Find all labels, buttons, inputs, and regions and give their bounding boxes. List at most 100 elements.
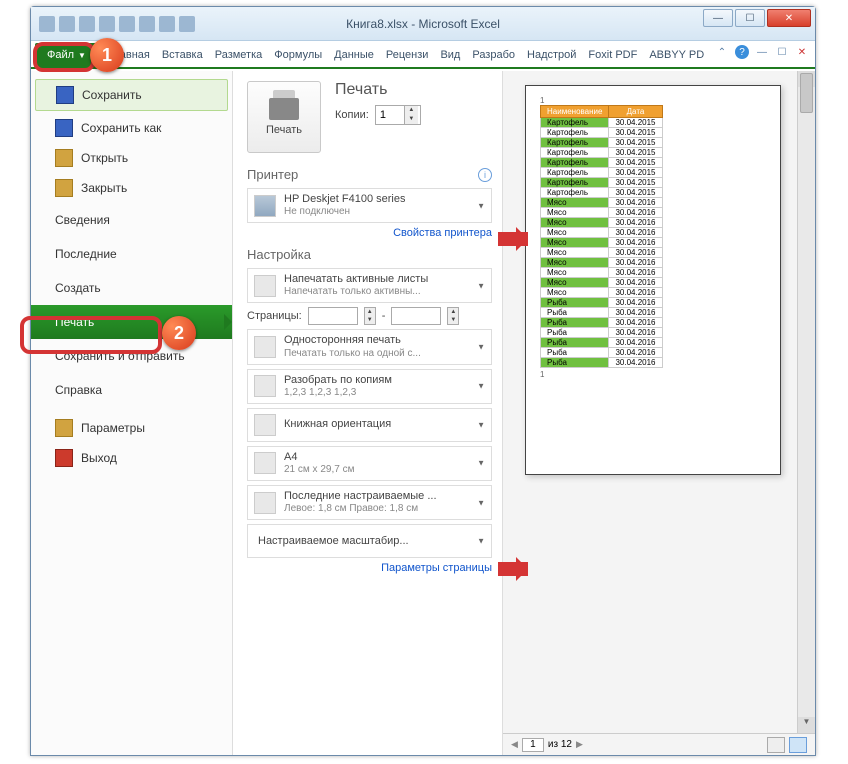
qat-btn[interactable] — [179, 16, 195, 32]
nav-open[interactable]: Открыть — [31, 143, 232, 173]
setting-paper[interactable]: A421 см x 29,7 см ▼ — [247, 446, 492, 481]
zoom-to-page-button[interactable] — [767, 737, 785, 753]
copies-spinner[interactable]: ▲▼ — [375, 105, 421, 125]
ribbon-tab[interactable]: Разрабо — [466, 43, 521, 67]
ribbon-tab[interactable]: Вид — [434, 43, 466, 67]
ribbon-tab[interactable]: Главная — [102, 43, 156, 67]
table-header: Наименование — [541, 106, 609, 118]
window-restore-icon[interactable]: ☐ — [775, 45, 789, 59]
info-icon[interactable]: i — [478, 168, 492, 182]
margins-icon — [254, 492, 276, 514]
page-setup-link[interactable]: Параметры страницы — [247, 562, 492, 574]
qat-btn[interactable] — [139, 16, 155, 32]
ribbon-tab[interactable]: Надстрой — [521, 43, 582, 67]
printer-device-icon — [254, 195, 276, 217]
qat-btn[interactable] — [99, 16, 115, 32]
table-row: Мясо30.04.2016 — [541, 268, 663, 278]
pages-from-input[interactable] — [308, 307, 358, 325]
ribbon-tab[interactable]: Рецензи — [380, 43, 435, 67]
nav-info[interactable]: Сведения — [31, 203, 232, 237]
orientation-icon — [254, 414, 276, 436]
table-row: Рыба30.04.2016 — [541, 338, 663, 348]
print-preview: 1 НаименованиеДата Картофель30.04.2015Ка… — [503, 71, 815, 755]
table-row: Мясо30.04.2016 — [541, 278, 663, 288]
nav-new[interactable]: Создать — [31, 271, 232, 305]
qat-btn[interactable] — [159, 16, 175, 32]
table-row: Рыба30.04.2016 — [541, 318, 663, 328]
scroll-down-icon[interactable]: ▼ — [798, 717, 815, 733]
close-button[interactable]: ✕ — [767, 9, 811, 27]
setting-what-to-print[interactable]: Напечатать активные листыНапечатать толь… — [247, 268, 492, 303]
quick-access-toolbar — [31, 16, 195, 32]
vertical-scrollbar[interactable]: ▲ ▼ — [797, 71, 815, 733]
printer-properties-link[interactable]: Свойства принтера — [247, 227, 492, 239]
window-min-icon[interactable]: — — [755, 45, 769, 59]
qat-btn[interactable] — [119, 16, 135, 32]
qat-redo-icon[interactable] — [79, 16, 95, 32]
current-page-input[interactable] — [522, 738, 544, 752]
spin-down-icon[interactable]: ▼ — [405, 115, 418, 124]
settings-section-label: Настройка — [247, 247, 311, 262]
chevron-down-icon: ▼ — [78, 51, 86, 60]
window-close-icon[interactable]: ✕ — [795, 45, 809, 59]
table-row: Рыба30.04.2016 — [541, 328, 663, 338]
pages-label: Страницы: — [247, 310, 302, 322]
table-row: Мясо30.04.2016 — [541, 198, 663, 208]
help-icon[interactable]: ? — [735, 45, 749, 59]
prev-page-icon[interactable]: ◀ — [511, 739, 518, 750]
print-button[interactable]: Печать — [247, 81, 321, 153]
file-tab-label: Файл — [47, 49, 74, 61]
show-margins-button[interactable] — [789, 737, 807, 753]
ribbon-tab[interactable]: Разметка — [209, 43, 269, 67]
table-row: Мясо30.04.2016 — [541, 228, 663, 238]
ribbon-tab[interactable]: Вставка — [156, 43, 209, 67]
minimize-button[interactable]: — — [703, 9, 733, 27]
setting-sides[interactable]: Односторонняя печатьПечатать только на о… — [247, 329, 492, 364]
nav-options[interactable]: Параметры — [31, 413, 232, 443]
table-row: Мясо30.04.2016 — [541, 258, 663, 268]
qat-save-icon[interactable] — [39, 16, 55, 32]
nav-save-as[interactable]: Сохранить как — [31, 113, 232, 143]
nav-recent[interactable]: Последние — [31, 237, 232, 271]
next-page-icon[interactable]: ▶ — [576, 739, 583, 750]
collate-icon — [254, 375, 276, 397]
nav-help[interactable]: Справка — [31, 373, 232, 407]
spin-up-icon[interactable]: ▲ — [405, 106, 418, 115]
table-row: Рыба30.04.2016 — [541, 308, 663, 318]
printer-section-label: Принтер — [247, 167, 298, 182]
print-title: Печать — [335, 81, 421, 99]
setting-orientation[interactable]: Книжная ориентация ▼ — [247, 408, 492, 442]
nav-save[interactable]: Сохранить — [35, 79, 228, 111]
chevron-down-icon: ▼ — [477, 498, 485, 507]
ribbon-tab[interactable]: Данные — [328, 43, 380, 67]
ribbon-tab[interactable]: ABBYY PD — [643, 43, 710, 67]
copies-input[interactable] — [376, 106, 404, 124]
printer-select[interactable]: HP Deskjet F4100 series Не подключен ▼ — [247, 188, 492, 223]
help-expand-icon[interactable]: ⌃ — [715, 45, 729, 59]
ribbon-tabs: Файл ▼ ГлавнаяВставкаРазметкаФормулыДанн… — [31, 41, 815, 69]
scroll-thumb[interactable] — [800, 73, 813, 113]
copies-label: Копии: — [335, 109, 369, 121]
nav-save-send[interactable]: Сохранить и отправить — [31, 339, 232, 373]
pages-to-input[interactable] — [391, 307, 441, 325]
ribbon-tab[interactable]: Foxit PDF — [582, 43, 643, 67]
qat-undo-icon[interactable] — [59, 16, 75, 32]
table-row: Картофель30.04.2015 — [541, 148, 663, 158]
setting-scaling[interactable]: Настраиваемое масштабир... ▼ — [247, 524, 492, 558]
table-row: Мясо30.04.2016 — [541, 218, 663, 228]
maximize-button[interactable]: ☐ — [735, 9, 765, 27]
table-row: Картофель30.04.2015 — [541, 138, 663, 148]
table-row: Мясо30.04.2016 — [541, 288, 663, 298]
file-tab[interactable]: Файл ▼ — [35, 43, 98, 67]
table-row: Картофель30.04.2015 — [541, 188, 663, 198]
setting-collate[interactable]: Разобрать по копиям1,2,3 1,2,3 1,2,3 ▼ — [247, 369, 492, 404]
nav-print[interactable]: Печать — [31, 305, 232, 339]
chevron-down-icon: ▼ — [477, 382, 485, 391]
setting-margins[interactable]: Последние настраиваемые ...Левое: 1,8 см… — [247, 485, 492, 520]
table-row: Картофель30.04.2015 — [541, 128, 663, 138]
nav-close[interactable]: Закрыть — [31, 173, 232, 203]
table-row: Мясо30.04.2016 — [541, 208, 663, 218]
nav-exit[interactable]: Выход — [31, 443, 232, 473]
ribbon-tab[interactable]: Формулы — [268, 43, 328, 67]
table-row: Картофель30.04.2015 — [541, 118, 663, 128]
